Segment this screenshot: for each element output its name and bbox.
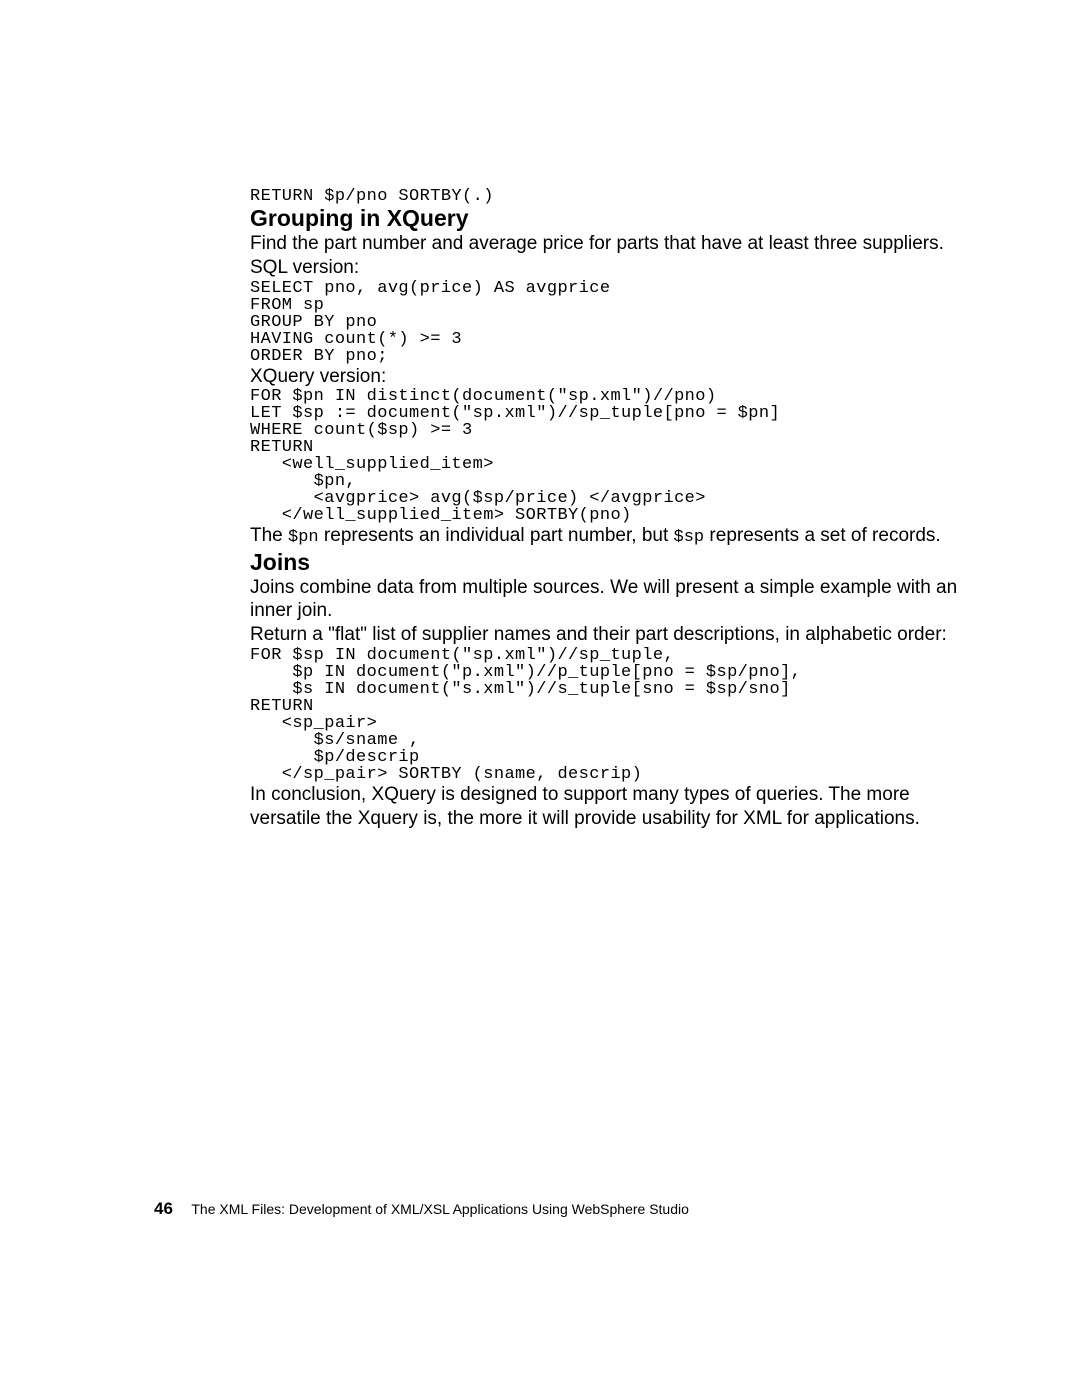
label-xquery-version: XQuery version:	[250, 365, 960, 389]
text-closing-pre: The	[250, 525, 288, 546]
inline-code-sp: $sp	[674, 528, 705, 547]
para-joins-task: Return a "flat" list of supplier names a…	[250, 623, 960, 647]
heading-grouping: Grouping in XQuery	[250, 205, 960, 232]
code-block-xquery-joins: FOR $sp IN document("sp.xml")//sp_tuple,…	[250, 647, 960, 783]
footer-title: The XML Files: Development of XML/XSL Ap…	[191, 1201, 689, 1217]
text-closing-post: represents a set of records.	[704, 525, 941, 546]
heading-joins: Joins	[250, 549, 960, 576]
page: RETURN $p/pno SORTBY(.) Grouping in XQue…	[0, 0, 1080, 1397]
text-closing-mid: represents an individual part number, bu…	[319, 525, 674, 546]
code-block-return: RETURN $p/pno SORTBY(.)	[250, 188, 960, 205]
inline-code-pn: $pn	[288, 528, 319, 547]
page-footer: 46 The XML Files: Development of XML/XSL…	[154, 1199, 689, 1219]
para-joins-conclusion: In conclusion, XQuery is designed to sup…	[250, 783, 960, 831]
label-sql-version: SQL version:	[250, 256, 960, 280]
page-number: 46	[154, 1199, 173, 1218]
code-block-sql: SELECT pno, avg(price) AS avgprice FROM …	[250, 280, 960, 365]
para-grouping-closing: The $pn represents an individual part nu…	[250, 524, 960, 548]
para-joins-intro: Joins combine data from multiple sources…	[250, 576, 960, 624]
code-block-xquery-grouping: FOR $pn IN distinct(document("sp.xml")//…	[250, 388, 960, 524]
para-grouping-intro: Find the part number and average price f…	[250, 232, 960, 256]
